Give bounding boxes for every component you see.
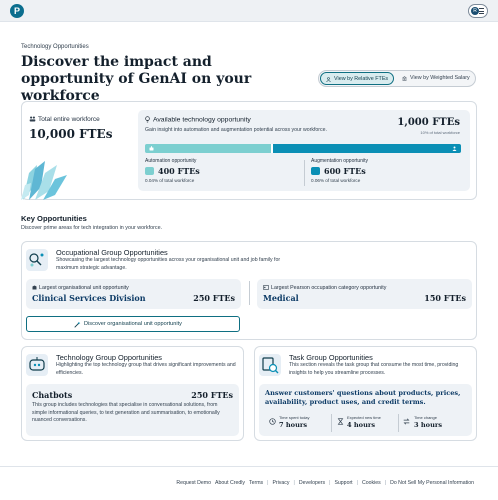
automation-augmentation-bar (145, 144, 461, 153)
task-search-icon (262, 357, 279, 374)
footer-separator: | (384, 480, 387, 486)
view-weighted-salary-button[interactable]: View by Weighted Salary (397, 72, 475, 85)
decorative-leaf-graphic (21, 161, 67, 200)
task-icon-box (259, 354, 281, 376)
available-opportunity-percent: 10% of total workforce (420, 130, 460, 135)
footer-link-do-not-sell-my-personal-information[interactable]: Do Not Sell My Personal Information (390, 480, 474, 486)
org-chart-icon (29, 253, 44, 267)
view-toggle: View by Relative FTEs View by Weighted S… (318, 70, 476, 87)
automation-percent: 0.04% of total workforce (145, 178, 195, 183)
footer-link-about-credly[interactable]: About Credly (215, 480, 245, 486)
pearson-category-name: Medical (263, 293, 299, 303)
occupational-icon-box (26, 249, 48, 271)
footer-divider (0, 466, 498, 467)
key-opportunities-heading: Key Opportunities (21, 214, 87, 223)
largest-unit-label-text: Largest organisational unit opportunity (39, 285, 129, 291)
automation-value: 400 FTEs (158, 166, 200, 176)
time-change-value: 3 hours (414, 421, 443, 429)
discover-org-unit-button[interactable]: Discover organisational unit opportunity (26, 316, 240, 332)
footer-link-request-demo[interactable]: Request Demo (176, 480, 211, 486)
people-icon (326, 77, 331, 82)
time-spent-value: 7 hours (279, 421, 308, 429)
occupational-subtitle: Showcasing the largest technology opport… (56, 257, 281, 271)
task-subtitle: This section reveals the task group that… (289, 362, 459, 376)
brand-logo[interactable]: P (10, 4, 24, 18)
hamburger-icon (479, 8, 484, 14)
augmentation-percent: 0.06% of total workforce (311, 178, 361, 183)
panel-divider (249, 281, 250, 305)
largest-unit-value: 250 FTEs (193, 293, 235, 303)
people-group-icon (29, 116, 36, 122)
view-salary-label: View by Weighted Salary (410, 75, 470, 81)
expected-time-label: Expected new time (347, 415, 381, 420)
time-change-label: Time change (414, 415, 437, 420)
total-workforce-value: 10,000 FTEs (29, 127, 113, 141)
expected-time-value: 4 hours (347, 421, 376, 429)
discover-button-label: Discover organisational unit opportunity (84, 321, 182, 327)
total-workforce-label: Total entire workforce (29, 116, 100, 123)
largest-unit-label: Largest organisational unit opportunity (32, 285, 129, 291)
footer-link-support[interactable]: Support (334, 480, 352, 486)
id-card-icon (263, 285, 269, 290)
footer-link-cookies[interactable]: Cookies (362, 480, 381, 486)
automation-bar-segment (145, 144, 271, 153)
time-spent-label: Time spent today (279, 415, 310, 420)
largest-unit-name: Clinical Services Division (32, 293, 146, 303)
task-divider-2 (398, 414, 399, 432)
available-title-text: Available technology opportunity (153, 116, 251, 124)
task-divider-1 (331, 414, 332, 432)
key-opportunities-subtitle: Discover prime areas for tech integratio… (21, 225, 163, 231)
magic-wand-icon (74, 321, 81, 328)
footer-separator: | (267, 480, 269, 486)
top-bar: P R (0, 0, 498, 22)
available-opportunity-title: Available technology opportunity (145, 116, 251, 123)
swap-arrows-icon (403, 418, 410, 425)
technology-description: This group includes technologies that sp… (32, 402, 220, 423)
pearson-category-label: Largest Pearson occupation category oppo… (263, 285, 386, 291)
user-menu-button[interactable]: R (468, 4, 488, 18)
footer-link-developers[interactable]: Developers (299, 480, 325, 486)
pearson-category-value: 150 FTEs (424, 293, 466, 303)
building-icon (32, 285, 37, 290)
augmentation-label: Augmentation opportunity (311, 158, 368, 164)
breadcrumb: Technology Opportunities (21, 44, 89, 50)
user-avatar: R (471, 7, 479, 15)
total-workforce-text: Total entire workforce (38, 116, 100, 123)
available-opportunity-subtitle: Gain insight into automation and augment… (145, 127, 327, 133)
footer-separator: | (356, 480, 358, 486)
hourglass-icon (337, 418, 344, 425)
augmentation-icon (311, 167, 320, 175)
footer-link-terms[interactable]: Terms (249, 480, 263, 486)
automation-icon (145, 167, 154, 175)
technology-value: 250 FTEs (191, 390, 233, 400)
task-title: Task Group Opportunities (289, 353, 373, 362)
page-title: Discover the impact and opportunity of G… (21, 54, 252, 104)
technology-subtitle: Highlighting the top technology group th… (56, 362, 236, 376)
technology-icon-box (26, 354, 48, 376)
available-opportunity-value: 1,000 FTEs (397, 117, 460, 128)
technology-name: Chatbots (32, 390, 73, 400)
view-relative-label: View by Relative FTEs (334, 76, 389, 82)
task-question: Answer customers' questions about produc… (265, 389, 461, 406)
bank-icon (402, 76, 407, 81)
clock-icon (269, 418, 276, 425)
pearson-category-label-text: Largest Pearson occupation category oppo… (271, 285, 387, 291)
view-relative-ftes-button[interactable]: View by Relative FTEs (320, 72, 394, 85)
footer-separator: | (329, 480, 331, 486)
occupational-title: Occupational Group Opportunities (56, 248, 168, 257)
chatbot-icon (29, 357, 45, 371)
footer-link-privacy[interactable]: Privacy (272, 480, 289, 486)
footer-links: Request Demo About Credly Terms | Privacy | De… (174, 480, 476, 486)
robot-icon (149, 146, 154, 151)
augmentation-bar-segment (273, 144, 461, 153)
augmentation-value: 600 FTEs (324, 166, 366, 176)
technology-title: Technology Group Opportunities (56, 353, 162, 362)
person-assist-icon (452, 146, 457, 151)
metric-divider (304, 160, 305, 186)
lightbulb-icon (145, 116, 150, 123)
footer-separator: | (293, 480, 295, 486)
automation-label: Automation opportunity (145, 158, 197, 164)
